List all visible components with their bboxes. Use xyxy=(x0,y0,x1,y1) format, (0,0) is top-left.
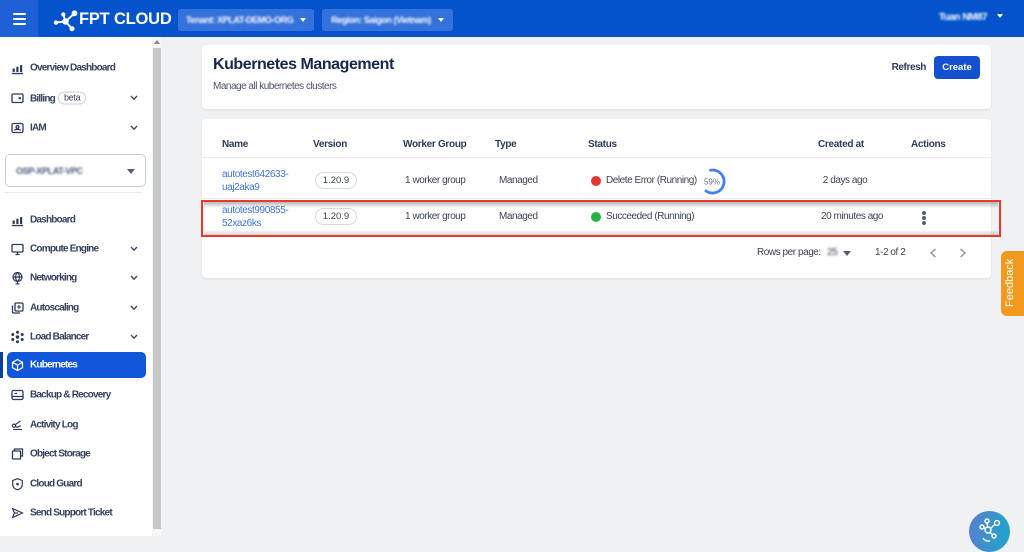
svg-text:59%: 59% xyxy=(704,178,720,187)
